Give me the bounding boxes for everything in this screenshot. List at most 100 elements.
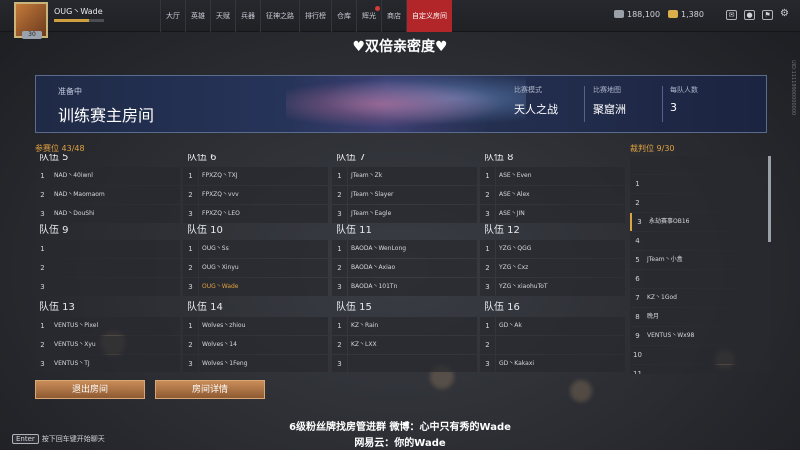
slot-number: 1 xyxy=(183,317,198,335)
referee-slot[interactable]: 10 xyxy=(630,346,770,364)
team-slot[interactable]: 1 VENTUS丶Pixel xyxy=(35,317,180,335)
referee-slot[interactable]: 8 晚月 xyxy=(630,308,770,326)
team-card: 队伍 8 1 ASE丶Even 2 ASE丶Alex 3 ASE丶JIN xyxy=(480,154,625,224)
slot-player-name: BAODA丶WenLong xyxy=(348,240,477,258)
nav-tab[interactable]: 天赋 xyxy=(210,0,235,32)
nav-tab[interactable]: 辉光 xyxy=(356,0,381,32)
team-slot[interactable]: 2 Wolves丶14 xyxy=(183,336,328,354)
team-slot[interactable]: 3 BAODA丶101Tn xyxy=(332,278,477,296)
team-slot[interactable]: 1 ASE丶Even xyxy=(480,167,625,185)
banner-artwork xyxy=(286,76,526,132)
team-slot[interactable]: 3 xyxy=(332,355,477,372)
slot-player-name: ASE丶Alex xyxy=(496,186,625,204)
team-slot[interactable]: 2 ASE丶Alex xyxy=(480,186,625,204)
slot-player-name: GD丶Ak xyxy=(496,317,625,335)
team-name: 队伍 7 xyxy=(336,154,366,163)
team-slot[interactable]: 2 NAD丶Maomaom xyxy=(35,186,180,204)
referee-slot[interactable]: 2 xyxy=(630,194,770,212)
team-slot[interactable]: 3 JTeam丶Eagle xyxy=(332,205,477,223)
slot-number: 3 xyxy=(183,205,198,223)
team-slot[interactable]: 3 xyxy=(35,278,180,296)
chat-hint[interactable]: Enter 按下回车键开始聊天 xyxy=(12,434,105,444)
referee-slot[interactable]: 6 xyxy=(630,270,770,288)
room-status: 准备中 xyxy=(58,87,82,96)
team-slot[interactable]: 3 YZG丶xiaohuToT xyxy=(480,278,625,296)
team-slot[interactable]: 2 OUG丶Xinyu xyxy=(183,259,328,277)
referee-slot[interactable]: 5 JTeam丶小盒 xyxy=(630,251,770,269)
team-slot[interactable]: 2 FPXZQ丶vvv xyxy=(183,186,328,204)
leave-room-button[interactable]: 退出房间 xyxy=(35,380,145,399)
referee-slot[interactable]: 11 xyxy=(630,365,770,374)
referee-slot[interactable]: 1 xyxy=(630,175,770,193)
team-slot[interactable]: 3 Wolves丶1Feng xyxy=(183,355,328,372)
slot-player-name: NAD丶DouShi xyxy=(51,205,180,223)
nav-tab[interactable]: 兵器 xyxy=(235,0,260,32)
team-slot[interactable]: 2 JTeam丶Slayer xyxy=(332,186,477,204)
slot-number: 1 xyxy=(183,240,198,258)
referee-slot[interactable]: 7 KZ丶1God xyxy=(630,289,770,307)
settings-gear-icon[interactable]: ⚙ xyxy=(779,9,790,20)
referee-slot[interactable]: 3 永劫赛事OB16 xyxy=(630,213,770,231)
referee-slot[interactable] xyxy=(630,156,770,174)
match-mode: 比赛模式 天人之战 xyxy=(514,85,558,117)
room-details-button[interactable]: 房间详情 xyxy=(155,380,265,399)
team-slot[interactable]: 2 KZ丶LXX xyxy=(332,336,477,354)
team-slot[interactable]: 2 xyxy=(480,336,625,354)
referee-list[interactable]: 1 2 3 永劫赛事OB16 4 5 JTeam丶小盒 6 7 KZ丶1God 8 晚月 9 VENTUS… xyxy=(630,156,770,374)
slot-number: 3 xyxy=(332,355,347,372)
team-slot[interactable]: 2 BAODA丶Axiao xyxy=(332,259,477,277)
slot-number: 1 xyxy=(332,317,347,335)
team-slot[interactable]: 2 VENTUS丶Xyu xyxy=(35,336,180,354)
nav-tab[interactable]: 自定义房间 xyxy=(406,0,452,32)
mail-icon[interactable]: ✉ xyxy=(726,10,737,20)
team-slot[interactable]: 3 OUG丶Wade xyxy=(183,278,328,296)
nav-tab[interactable]: 大厅 xyxy=(160,0,185,32)
player-avatar[interactable]: 30 xyxy=(14,2,48,39)
slot-player-name: OUG丶Wade xyxy=(199,278,328,296)
referee-slot-number: 1 xyxy=(635,180,640,188)
social-icon[interactable]: ⚑ xyxy=(762,10,773,20)
team-slot[interactable]: 1 KZ丶Rain xyxy=(332,317,477,335)
referee-name xyxy=(645,156,770,174)
referee-slot-number: 11 xyxy=(633,370,642,374)
team-slot[interactable]: 1 NAD丶40iwnl xyxy=(35,167,180,185)
team-name: 队伍 10 xyxy=(187,225,223,236)
referee-name: 永劫赛事OB16 xyxy=(649,218,690,225)
team-slot[interactable]: 1 xyxy=(35,240,180,258)
team-slot[interactable]: 2 xyxy=(35,259,180,277)
team-slot[interactable]: 3 ASE丶JIN xyxy=(480,205,625,223)
slot-number: 1 xyxy=(35,167,50,185)
nav-tab[interactable]: 英雄 xyxy=(185,0,210,32)
slot-player-name: FPXZQ丶vvv xyxy=(199,186,328,204)
team-grid[interactable]: 队伍 5 1 NAD丶40iwnl 2 NAD丶Maomaom 3 NAD丶DouShi 队伍… xyxy=(35,154,625,372)
referee-slot[interactable]: 4 xyxy=(630,232,770,250)
slot-number: 2 xyxy=(332,186,347,204)
team-slot[interactable]: 3 VENTUS丶TJ xyxy=(35,355,180,372)
team-card: 队伍 7 1 JTeam丶Zk 2 JTeam丶Slayer 3 JTeam丶Eagle xyxy=(332,154,477,224)
slot-player-name: BAODA丶101Tn xyxy=(348,278,477,296)
team-slot[interactable]: 1 JTeam丶Zk xyxy=(332,167,477,185)
team-slot[interactable]: 3 NAD丶DouShi xyxy=(35,205,180,223)
friends-icon[interactable]: ● xyxy=(744,10,755,20)
referee-scrollbar[interactable] xyxy=(768,156,771,242)
team-name: 队伍 8 xyxy=(484,154,514,163)
team-slot[interactable]: 1 FPXZQ丶TXJ xyxy=(183,167,328,185)
team-slot[interactable]: 1 OUG丶Ss xyxy=(183,240,328,258)
referee-name: JTeam丶小盒 xyxy=(647,256,683,263)
nav-tab[interactable]: 排行榜 xyxy=(299,0,331,32)
referee-slot[interactable]: 9 VENTUS丶Wx98 xyxy=(630,327,770,345)
slot-number: 2 xyxy=(332,259,347,277)
team-slot[interactable]: 1 YZG丶QGG xyxy=(480,240,625,258)
referee-slots-label: 裁判位 9/30 xyxy=(630,144,675,153)
referee-slot-number xyxy=(630,156,645,174)
team-slot[interactable]: 1 BAODA丶WenLong xyxy=(332,240,477,258)
team-card: 队伍 5 1 NAD丶40iwnl 2 NAD丶Maomaom 3 NAD丶DouShi xyxy=(35,154,180,224)
nav-tab[interactable]: 商店 xyxy=(381,0,406,32)
team-slot[interactable]: 1 GD丶Ak xyxy=(480,317,625,335)
team-slot[interactable]: 3 GD丶Kakaxi xyxy=(480,355,625,372)
team-slot[interactable]: 2 YZG丶Cxz xyxy=(480,259,625,277)
nav-tab[interactable]: 征神之路 xyxy=(260,0,299,32)
nav-tab[interactable]: 仓库 xyxy=(331,0,356,32)
team-slot[interactable]: 3 FPXZQ丶LEO xyxy=(183,205,328,223)
team-slot[interactable]: 1 Wolves丶zhiou xyxy=(183,317,328,335)
